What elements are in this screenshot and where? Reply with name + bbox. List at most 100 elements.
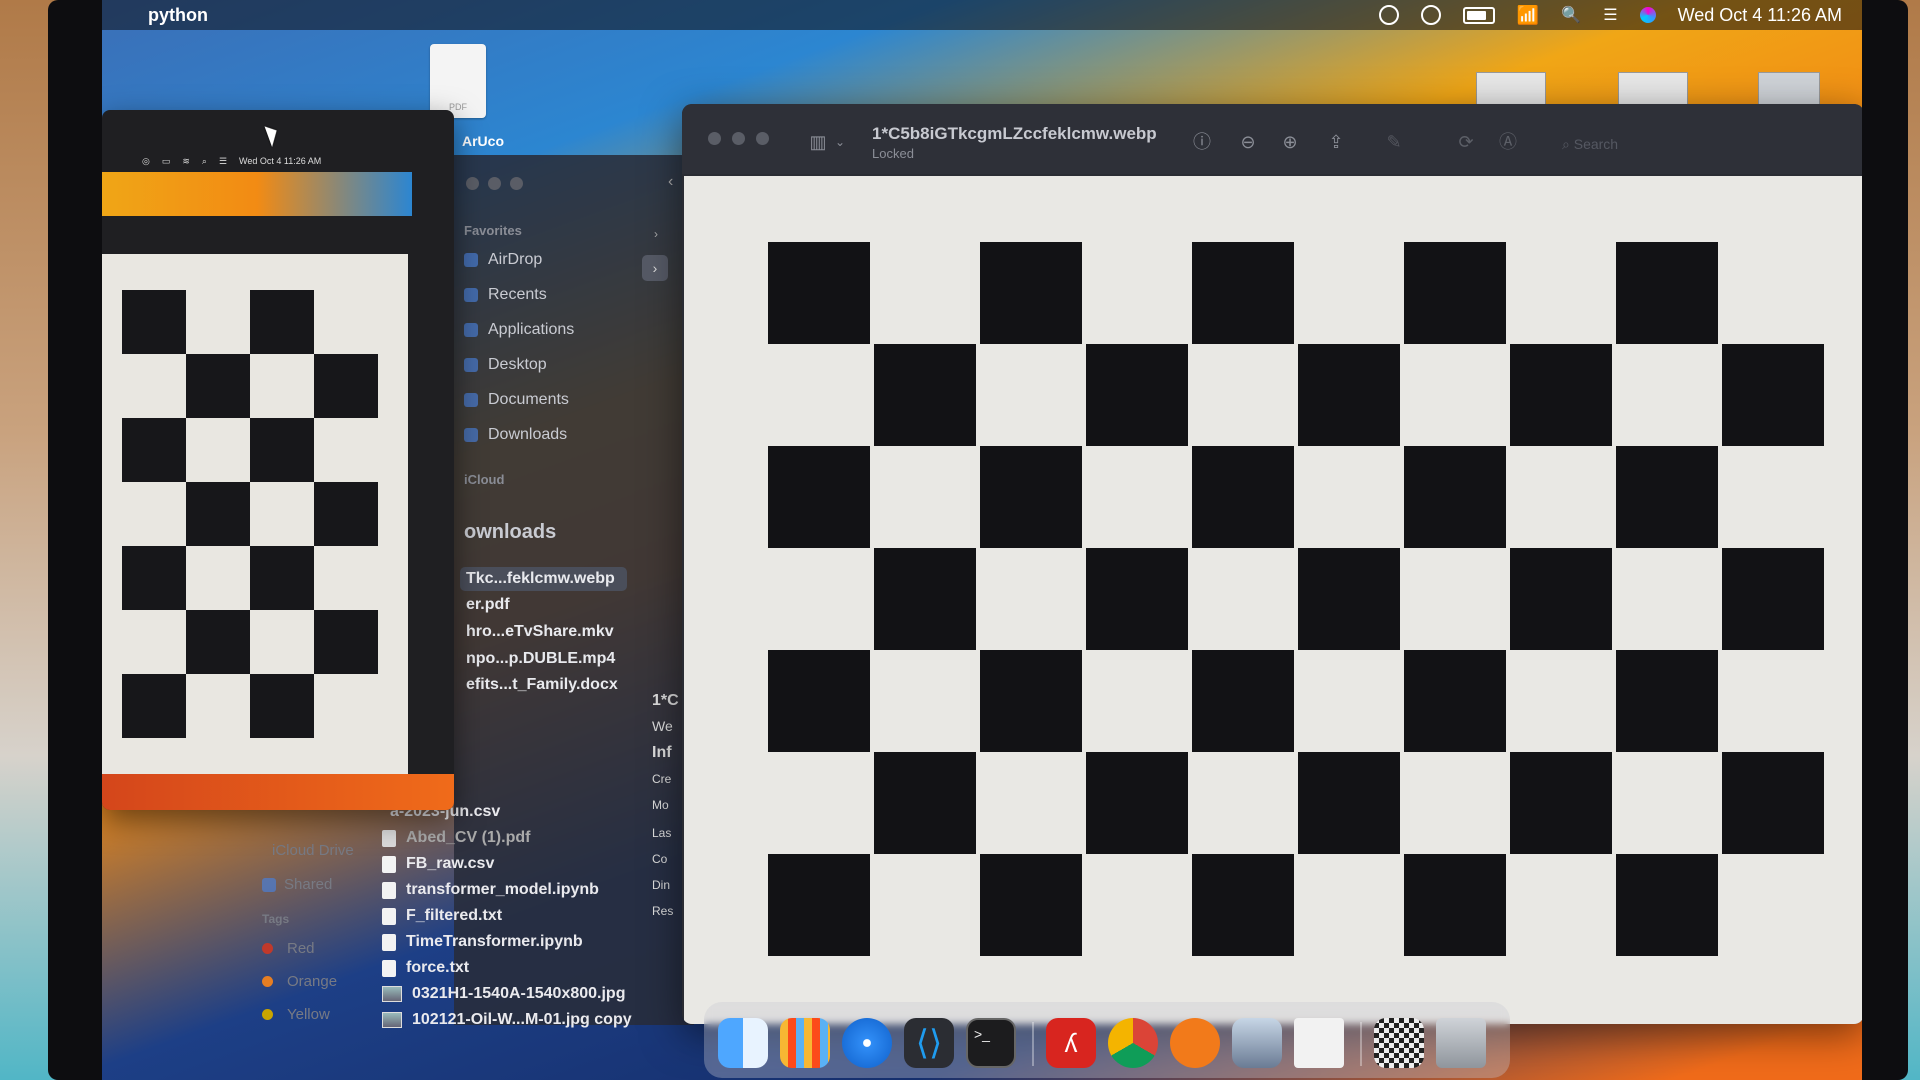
tags-label: Tags — [262, 912, 290, 926]
file-item[interactable]: hro...eTvShare.mkv — [466, 620, 614, 644]
dock-vscode-icon[interactable]: ⟨⟩ — [904, 1018, 954, 1068]
tag-dot-icon — [262, 943, 273, 954]
sidebar-item-airdrop[interactable]: AirDrop — [464, 247, 542, 273]
checker-square — [1510, 752, 1612, 854]
battery-icon[interactable] — [1462, 6, 1495, 24]
dock-preview-icon[interactable] — [1232, 1018, 1282, 1068]
sidebar-item-shared[interactable]: Shared — [262, 876, 332, 893]
dock-document-icon[interactable] — [1294, 1018, 1344, 1068]
checker-square — [980, 446, 1082, 548]
checker-square — [768, 854, 870, 956]
checker-square — [1510, 548, 1612, 650]
file-name: 102121-Oil-W...M-01.jpg copy — [412, 1011, 632, 1028]
clock[interactable]: Wed Oct 4 11:26 AM — [1678, 5, 1842, 26]
sidebar-item-recents[interactable]: Recents — [464, 282, 547, 308]
active-app-name[interactable]: python — [148, 5, 208, 26]
zoom-button[interactable] — [510, 177, 523, 190]
file-name: force.txt — [406, 959, 470, 976]
expand-button[interactable]: › — [642, 255, 668, 281]
zoom-button[interactable] — [756, 132, 769, 145]
file-name: TimeTransformer.ipynb — [406, 933, 583, 950]
file-item[interactable]: 0321H1-1540A-1540x800.jpg — [382, 982, 625, 1006]
file-item[interactable]: er.pdf — [466, 593, 510, 617]
dock-trash-icon[interactable] — [1436, 1018, 1486, 1068]
file-item[interactable]: Abed_CV (1).pdf — [382, 826, 530, 850]
sidebar-item-desktop[interactable]: Desktop — [464, 352, 547, 378]
floating-screenshot-preview[interactable]: ◎ ▭ ≋ ⌕ ☰ Wed Oct 4 11:26 AM — [102, 110, 454, 810]
siri-icon[interactable] — [1639, 7, 1656, 23]
sidebar-item-applications[interactable]: Applications — [464, 317, 574, 343]
file-name: 0321H1-1540A-1540x800.jpg — [412, 985, 626, 1002]
document-title[interactable]: 1*C5b8iGTkcgmLZccfeklcmw.webp — [872, 124, 1157, 144]
checker-square — [122, 290, 186, 354]
dock-acrobat-icon[interactable]: ʎ — [1046, 1018, 1096, 1068]
zoom-in-icon[interactable]: ⊕ — [1280, 132, 1300, 152]
file-item[interactable]: efits...t_Family.docx — [466, 673, 618, 697]
dock-launchpad-icon[interactable] — [780, 1018, 830, 1068]
checker-square — [1404, 854, 1506, 956]
file-item[interactable]: npo...p.DUBLE.mp4 — [466, 647, 615, 671]
control-center-icon: ☰ — [218, 155, 228, 166]
play-icon[interactable] — [1420, 5, 1441, 25]
folder-heading: ownloads — [464, 521, 557, 543]
checker-square — [1086, 752, 1188, 854]
tag-red[interactable]: Red — [262, 940, 315, 957]
checker-square — [250, 546, 314, 610]
file-item[interactable]: 102121-Oil-W...M-01.jpg copy — [382, 1008, 632, 1032]
chevron-down-icon[interactable]: ⌄ — [830, 132, 850, 152]
sidebar-item-documents[interactable]: Documents — [464, 387, 569, 413]
tag-label: Orange — [287, 973, 338, 990]
checker-square — [1192, 242, 1294, 344]
info-text: 1*C — [652, 692, 679, 709]
zoom-out-icon[interactable]: ⊖ — [1238, 132, 1258, 152]
mini-menubar: ◎ ▭ ≋ ⌕ ☰ Wed Oct 4 11:26 AM — [102, 150, 454, 172]
checker-square — [1404, 446, 1506, 548]
favorites-label: Favorites — [464, 223, 522, 238]
dock-checkerboard-icon[interactable] — [1374, 1018, 1424, 1068]
desktop-pdf-file[interactable]: PDF — [430, 44, 486, 118]
tag-orange[interactable]: Orange — [262, 973, 337, 990]
menu-bar: python 📶 🔍 ☰ Wed Oct 4 11:26 AM — [102, 0, 1862, 30]
sidebar-toggle-icon[interactable]: ▥ — [808, 132, 828, 152]
checker-square — [314, 482, 378, 546]
file-item[interactable]: F_filtered.txt — [382, 904, 502, 928]
document-icon — [464, 393, 478, 407]
minimize-button[interactable] — [732, 132, 745, 145]
wifi-icon[interactable]: 📶 — [1517, 5, 1539, 26]
file-item[interactable]: transformer_model.ipynb — [382, 878, 599, 902]
search-icon[interactable]: 🔍 — [1561, 5, 1581, 25]
tag-label: Yellow — [287, 1006, 330, 1023]
record-icon[interactable] — [1378, 5, 1399, 25]
annotate-icon[interactable]: Ⓐ — [1498, 132, 1518, 152]
close-button[interactable] — [708, 132, 721, 145]
file-item[interactable]: TimeTransformer.ipynb — [382, 930, 583, 954]
dock-safari-icon[interactable] — [842, 1018, 892, 1068]
desktop-folder-label[interactable]: ArUco — [462, 133, 504, 149]
minimize-button[interactable] — [488, 177, 501, 190]
chevron-right-icon[interactable]: › — [654, 227, 658, 241]
file-name: FB_raw.csv — [406, 855, 495, 872]
rotate-icon[interactable]: ⟳ — [1456, 132, 1476, 152]
control-center-icon[interactable]: ☰ — [1603, 5, 1617, 25]
search-field[interactable]: ⌕ Search — [1562, 136, 1618, 153]
image-canvas[interactable] — [684, 176, 1862, 1024]
sidebar-item-label: Downloads — [488, 426, 568, 443]
dock-finder-icon[interactable] — [718, 1018, 768, 1068]
sidebar-item-icloud-drive[interactable]: iCloud Drive — [272, 842, 354, 859]
file-item[interactable]: FB_raw.csv — [382, 852, 494, 876]
checker-square — [250, 418, 314, 482]
dock-chrome-icon[interactable] — [1108, 1018, 1158, 1068]
tag-yellow[interactable]: Yellow — [262, 1006, 330, 1023]
dock-terminal-icon[interactable]: >_ — [966, 1018, 1016, 1068]
info-icon[interactable]: ⓘ — [1192, 132, 1212, 152]
mini-checkerboard — [102, 254, 408, 774]
close-button[interactable] — [466, 177, 479, 190]
share-icon[interactable]: ⇪ — [1326, 132, 1346, 152]
markup-icon[interactable]: ✎ — [1384, 132, 1404, 152]
file-item[interactable]: Tkc...feklcmw.webp — [460, 567, 627, 591]
dock-vlc-icon[interactable] — [1170, 1018, 1220, 1068]
search-icon: ⌕ — [1562, 136, 1574, 152]
file-item[interactable]: force.txt — [382, 956, 469, 980]
sidebar-item-downloads[interactable]: Downloads — [464, 422, 567, 448]
back-chevron-icon[interactable]: ‹ — [668, 173, 673, 191]
